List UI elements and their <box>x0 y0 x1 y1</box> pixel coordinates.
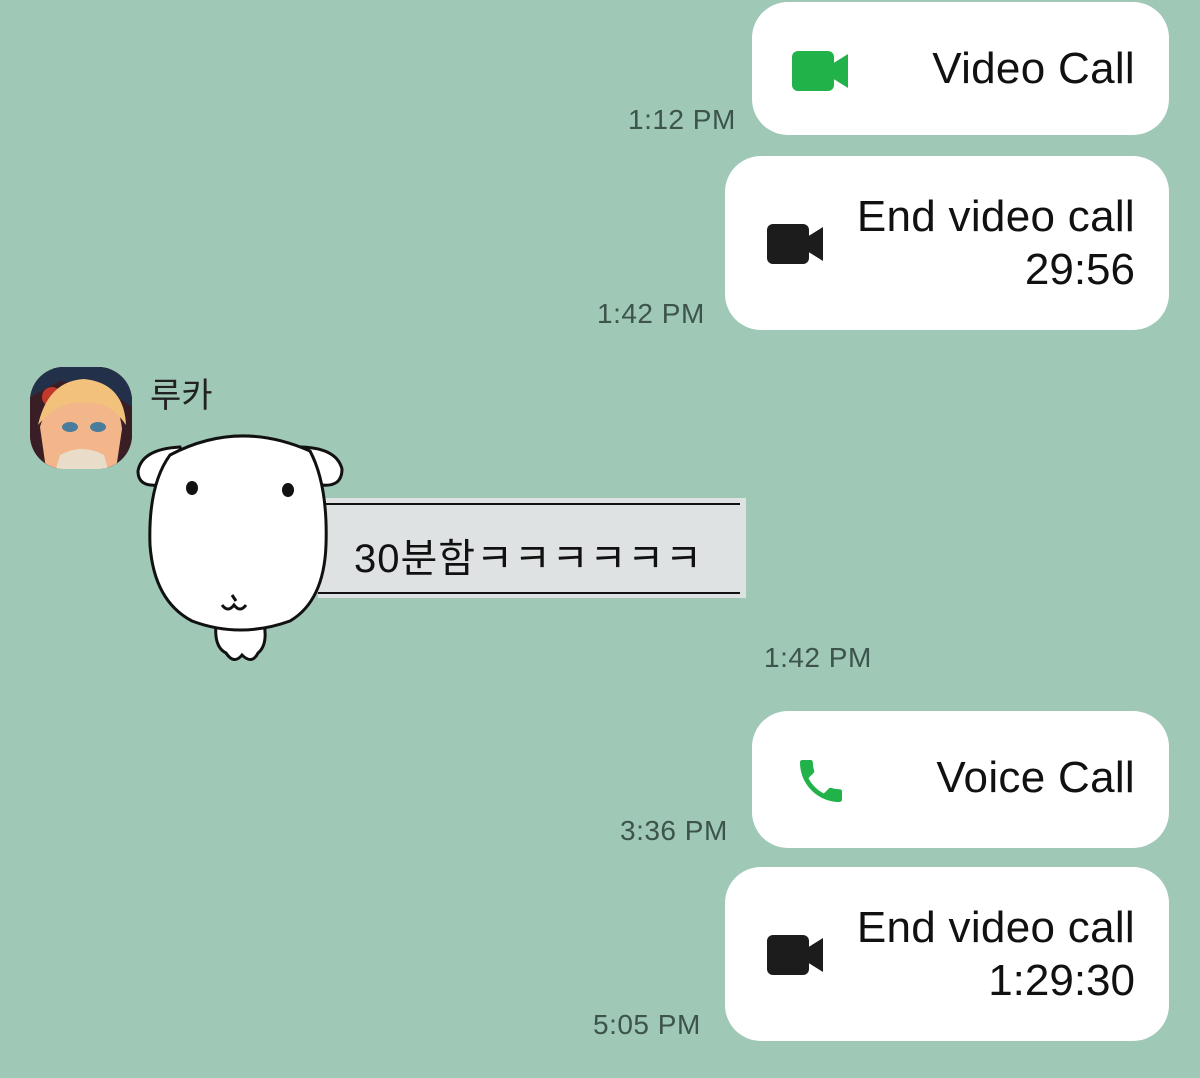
message-time: 3:36 PM <box>620 815 728 846</box>
end-video-call-bubble[interactable]: End video call 1:29:30 <box>725 867 1169 1041</box>
call-title: End video call <box>856 903 1135 952</box>
end-video-call-bubble[interactable]: End video call 29:56 <box>725 156 1169 330</box>
call-title: Voice Call <box>936 753 1135 802</box>
message-time: 5:05 PM <box>593 1009 701 1040</box>
call-title: Video Call <box>932 44 1135 93</box>
call-duration: 29:56 <box>1024 245 1135 294</box>
message-time: 1:12 PM <box>628 104 736 135</box>
phone-icon <box>792 753 850 814</box>
message-time: 1:42 PM <box>597 298 705 329</box>
video-camera-icon <box>767 934 825 981</box>
video-call-bubble[interactable]: Video Call <box>752 2 1169 135</box>
call-duration: 1:29:30 <box>988 956 1135 1005</box>
video-camera-icon <box>792 50 850 97</box>
voice-call-bubble[interactable]: Voice Call <box>752 711 1169 848</box>
video-camera-icon <box>767 223 825 270</box>
sticker-text: 30분함ㅋㅋㅋㅋㅋㅋ <box>354 537 703 581</box>
call-title: End video call <box>856 192 1135 241</box>
message-time: 1:42 PM <box>764 642 872 673</box>
avatar[interactable] <box>30 367 132 469</box>
sender-name: 루카 <box>150 377 213 415</box>
